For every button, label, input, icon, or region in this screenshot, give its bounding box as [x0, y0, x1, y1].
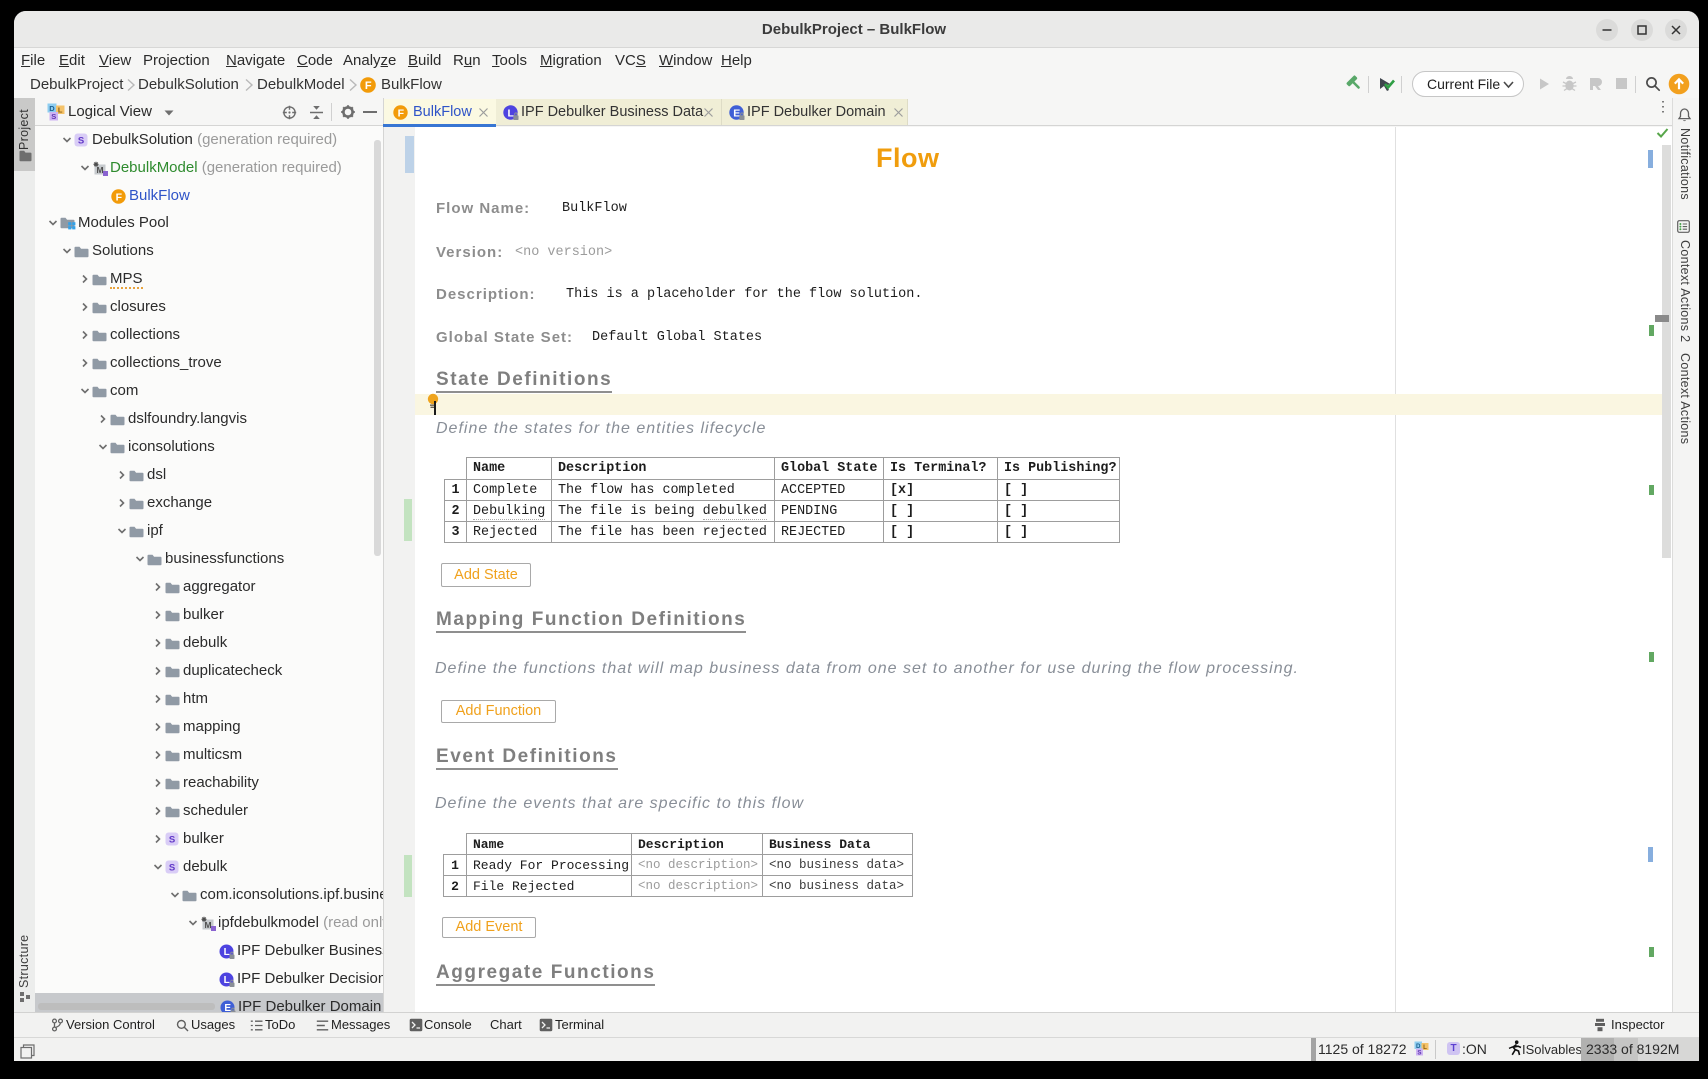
- svg-text:E: E: [733, 107, 740, 119]
- svg-text:L: L: [224, 947, 230, 958]
- svg-text:L: L: [224, 975, 230, 986]
- svg-text:L: L: [58, 106, 63, 115]
- svg-text:F: F: [365, 80, 372, 92]
- svg-text:M: M: [204, 920, 211, 930]
- svg-text:F: F: [398, 107, 405, 119]
- svg-text:S: S: [51, 112, 56, 121]
- svg-text:E: E: [224, 1003, 231, 1012]
- svg-text:S: S: [169, 862, 175, 873]
- svg-text:L: L: [1423, 1044, 1427, 1051]
- svg-text:S: S: [78, 135, 84, 146]
- svg-text:M: M: [96, 165, 103, 175]
- svg-text:S: S: [169, 834, 175, 845]
- svg-text:S: S: [1417, 1050, 1421, 1057]
- svg-text:F: F: [116, 191, 123, 203]
